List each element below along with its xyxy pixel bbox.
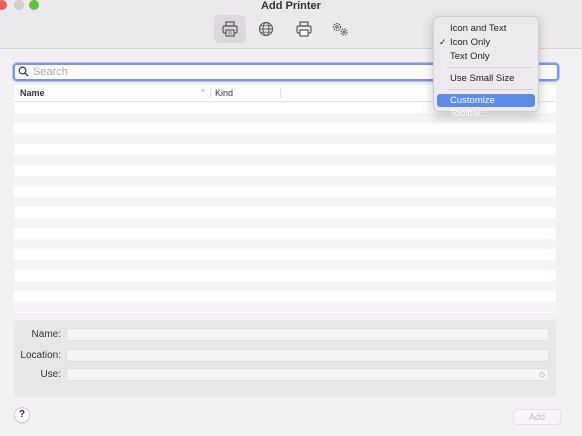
search-icon: [18, 66, 29, 77]
menu-item-icon-only[interactable]: ✓ Icon Only: [437, 36, 535, 49]
table-row[interactable]: [14, 186, 556, 197]
toolbar-ip-button[interactable]: [250, 15, 282, 43]
window-title: Add Printer: [261, 0, 321, 12]
menu-separator: [447, 89, 533, 90]
list-rows: [14, 102, 556, 312]
table-row[interactable]: [14, 291, 556, 302]
toolbar-advanced-button[interactable]: [324, 15, 356, 43]
table-row[interactable]: [14, 133, 556, 144]
name-label: Name:: [31, 329, 61, 340]
table-row[interactable]: [14, 249, 556, 260]
table-row[interactable]: [14, 259, 556, 270]
location-label: Location:: [20, 350, 61, 361]
default-printer-icon: [222, 21, 238, 37]
table-row[interactable]: [14, 217, 556, 228]
table-row[interactable]: [14, 123, 556, 134]
search-input[interactable]: [33, 65, 433, 79]
name-field[interactable]: [66, 328, 549, 341]
add-printer-window: Add Printer Search Name ^ Kind Name: Loc…: [0, 0, 582, 436]
column-divider[interactable]: [210, 88, 211, 98]
table-row[interactable]: [14, 301, 556, 312]
table-row[interactable]: [14, 144, 556, 155]
table-row[interactable]: [14, 207, 556, 218]
menu-item-text-only[interactable]: Text Only: [437, 50, 535, 63]
table-row[interactable]: [14, 154, 556, 165]
advanced-gears-icon: [332, 22, 348, 36]
sort-ascending-icon: ^: [201, 88, 205, 97]
toolbar-context-menu: Icon and Text ✓ Icon Only Text Only Use …: [433, 16, 539, 119]
help-button[interactable]: ?: [14, 407, 30, 423]
toolbar-windows-button[interactable]: [288, 15, 320, 43]
location-field[interactable]: [66, 349, 549, 362]
menu-item-customize-toolbar[interactable]: Customize Toolbar...: [437, 94, 535, 119]
column-divider[interactable]: [280, 88, 281, 98]
toolbar-default-button[interactable]: [214, 15, 246, 43]
menu-item-use-small-size[interactable]: Use Small Size: [437, 72, 535, 85]
use-select[interactable]: ◇: [66, 368, 549, 381]
checkmark-icon: ✓: [439, 37, 447, 47]
select-chevron-icon: ◇: [538, 370, 545, 379]
menu-separator: [447, 67, 533, 68]
use-label: Use:: [40, 369, 61, 380]
table-row[interactable]: [14, 196, 556, 207]
table-row[interactable]: [14, 270, 556, 281]
ip-globe-icon: [258, 21, 274, 37]
add-button[interactable]: Add: [513, 409, 561, 425]
table-row[interactable]: [14, 175, 556, 186]
table-row[interactable]: [14, 238, 556, 249]
printer-details-form: Name: Location: Use: ◇: [14, 320, 556, 397]
table-row[interactable]: [14, 228, 556, 239]
column-header-name[interactable]: Name: [20, 85, 45, 101]
table-row[interactable]: [14, 165, 556, 176]
column-header-kind[interactable]: Kind: [215, 85, 233, 101]
windows-printer-icon: [296, 21, 312, 37]
table-row[interactable]: [14, 280, 556, 291]
menu-item-icon-and-text[interactable]: Icon and Text: [437, 22, 535, 35]
